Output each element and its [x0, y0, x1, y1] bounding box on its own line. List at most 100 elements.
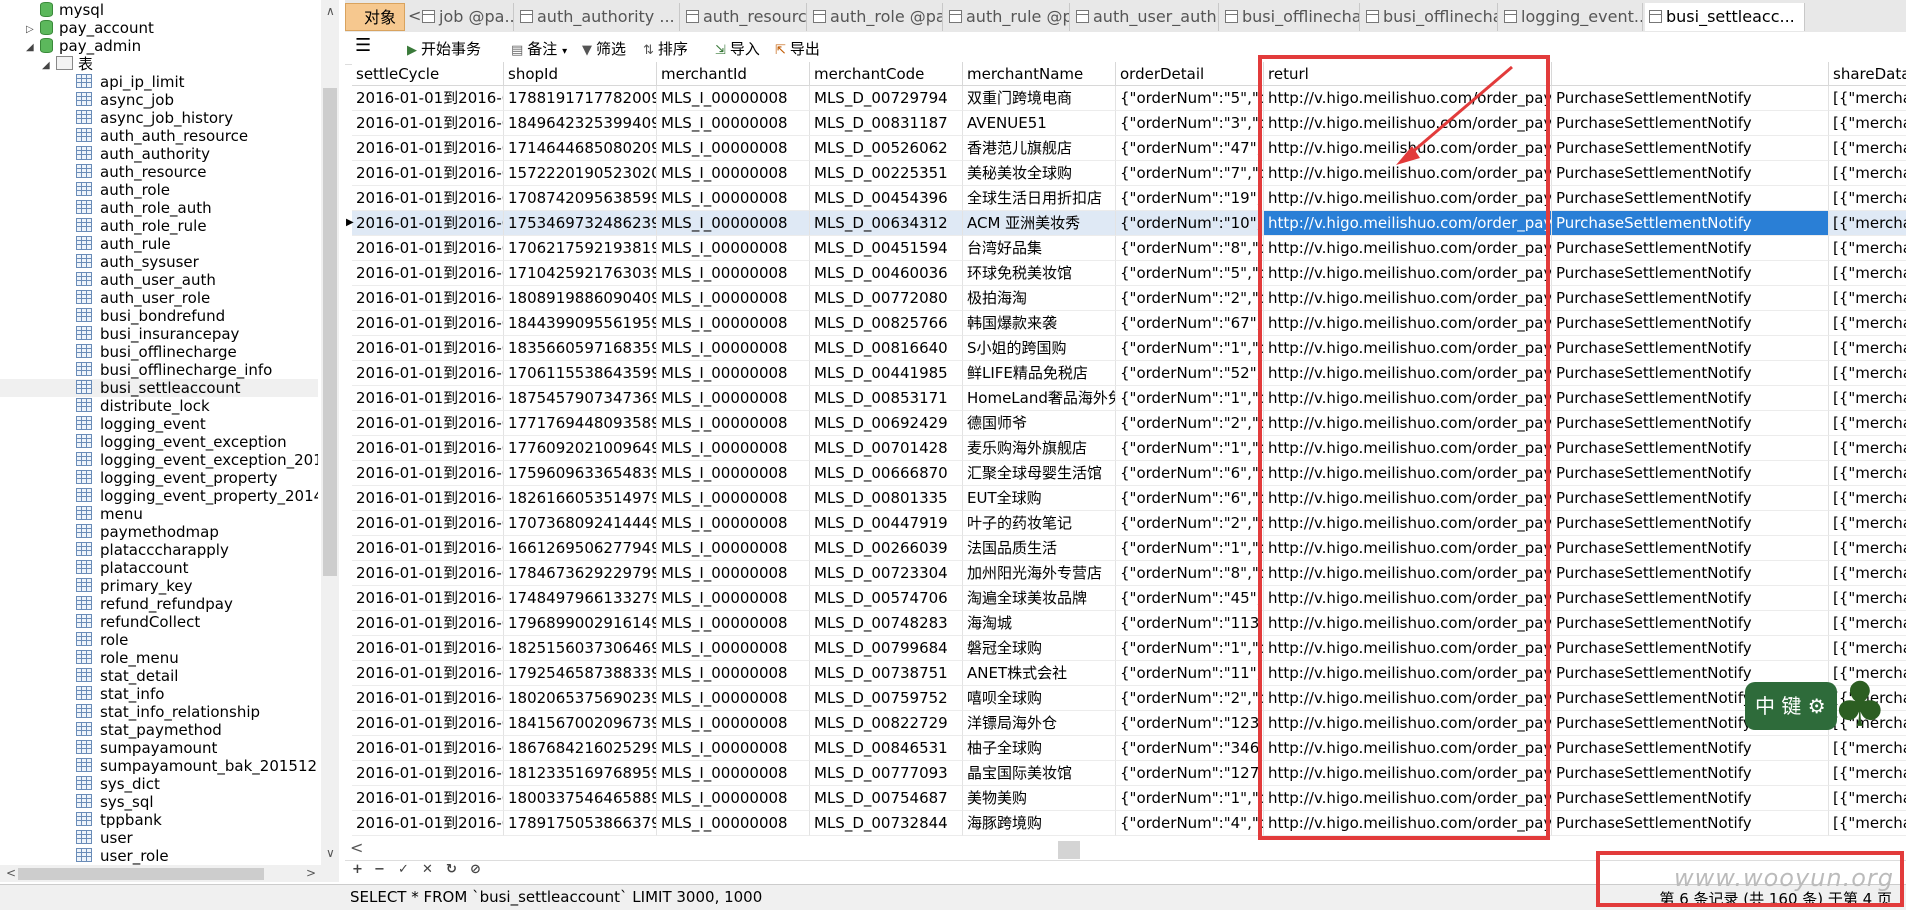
- table-cell[interactable]: MLS_D_00447919: [810, 511, 963, 536]
- table-cell[interactable]: 1867684216025299: [504, 736, 657, 761]
- table-cell[interactable]: MLS_I_00000008: [657, 686, 810, 711]
- tree-node[interactable]: ▷ pay_account: [26, 19, 154, 37]
- table-cell[interactable]: [{"mercha: [1829, 136, 1906, 161]
- table-cell[interactable]: {"orderNum":"52",: [1116, 361, 1264, 386]
- table-cell[interactable]: PurchaseSettlementNotify: [1552, 336, 1829, 361]
- table-cell[interactable]: 美物美购: [963, 786, 1116, 811]
- table-cell[interactable]: 1776092021009649: [504, 436, 657, 461]
- table-cell[interactable]: ACM 亚洲美妆秀: [963, 211, 1116, 236]
- table-cell[interactable]: 1706115538643599: [504, 361, 657, 386]
- tree-node[interactable]: mysql: [26, 1, 104, 19]
- table-cell[interactable]: MLS_D_00831187: [810, 111, 963, 136]
- table-cell[interactable]: MLS_D_00853171: [810, 386, 963, 411]
- tree-table-item[interactable]: async_job: [76, 91, 174, 109]
- table-cell[interactable]: [{"mercha: [1829, 461, 1906, 486]
- table-cell[interactable]: MLS_I_00000008: [657, 636, 810, 661]
- table-cell[interactable]: MLS_I_00000008: [657, 811, 810, 836]
- table-cell[interactable]: 2016-01-01到2016-0: [352, 736, 504, 761]
- table-cell[interactable]: 1708742095638599: [504, 186, 657, 211]
- scroll-right-arrow-icon[interactable]: >: [306, 866, 316, 880]
- tree-table-item[interactable]: logging_event_exception: [76, 433, 287, 451]
- table-cell[interactable]: MLS_D_00225351: [810, 161, 963, 186]
- tree-table-item[interactable]: auth_authority: [76, 145, 210, 163]
- table-cell[interactable]: PurchaseSettlementNotify: [1552, 211, 1829, 236]
- table-cell[interactable]: PurchaseSettlementNotify: [1552, 311, 1829, 336]
- table-cell[interactable]: MLS_I_00000008: [657, 761, 810, 786]
- table-cell[interactable]: PurchaseSettlementNotify: [1552, 236, 1829, 261]
- table-cell[interactable]: {"orderNum":"2","o: [1116, 511, 1264, 536]
- table-cell[interactable]: PurchaseSettlementNotify: [1552, 136, 1829, 161]
- tree-table-item[interactable]: paymethodmap: [76, 523, 219, 541]
- table-cell[interactable]: 1784673629229799: [504, 561, 657, 586]
- table-cell[interactable]: MLS_D_00266039: [810, 536, 963, 561]
- tree-table-item[interactable]: busi_offlinecharge: [76, 343, 237, 361]
- table-cell[interactable]: MLS_D_00634312: [810, 211, 963, 236]
- table-cell[interactable]: 1572220190523020: [504, 161, 657, 186]
- begin-transaction-button[interactable]: ▶ 开始事务: [407, 38, 481, 60]
- table-cell[interactable]: {"orderNum":"19",: [1116, 186, 1264, 211]
- table-cell[interactable]: MLS_D_00454396: [810, 186, 963, 211]
- stop-icon[interactable]: ⊘: [470, 862, 481, 877]
- table-cell[interactable]: 极拍海淘: [963, 286, 1116, 311]
- table-cell[interactable]: {"orderNum":"47",: [1116, 136, 1264, 161]
- table-cell[interactable]: MLS_I_00000008: [657, 736, 810, 761]
- table-cell[interactable]: 2016-01-01到2016-0: [352, 86, 504, 111]
- table-cell[interactable]: ANET株式会社: [963, 661, 1116, 686]
- table-cell[interactable]: 2016-01-01到2016-0: [352, 761, 504, 786]
- table-cell[interactable]: 叶子的药妆笔记: [963, 511, 1116, 536]
- table-cell[interactable]: 2016-01-01到2016-0: [352, 311, 504, 336]
- table-cell[interactable]: [{"mercha: [1829, 811, 1906, 836]
- table-cell[interactable]: 2016-01-01到2016-0: [352, 211, 504, 236]
- table-cell[interactable]: {"orderNum":"1","o: [1116, 536, 1264, 561]
- tab-1[interactable]: job @pa...: [418, 3, 514, 31]
- column-header[interactable]: shopId: [504, 62, 657, 86]
- table-cell[interactable]: 2016-01-01到2016-0: [352, 111, 504, 136]
- expanded-triangle-icon[interactable]: ◢: [26, 39, 34, 57]
- column-header[interactable]: orderDetail: [1116, 62, 1264, 86]
- tree-table-item[interactable]: distribute_lock: [76, 397, 210, 415]
- tab-5[interactable]: auth_rule @pa...: [945, 3, 1070, 31]
- table-cell[interactable]: 1796899002916149: [504, 611, 657, 636]
- tree-table-item[interactable]: auth_sysuser: [76, 253, 199, 271]
- tree-table-item[interactable]: busi_settleaccount: [0, 379, 318, 397]
- table-cell[interactable]: PurchaseSettlementNotify: [1552, 286, 1829, 311]
- table-cell[interactable]: 2016-01-01到2016-0: [352, 186, 504, 211]
- table-cell[interactable]: 1788191717782009: [504, 86, 657, 111]
- table-cell[interactable]: MLS_I_00000008: [657, 536, 810, 561]
- apply-icon[interactable]: ✓: [398, 862, 409, 877]
- table-cell[interactable]: MLS_D_00822729: [810, 711, 963, 736]
- tree-table-item[interactable]: refundCollect: [76, 613, 200, 631]
- discard-icon[interactable]: ✕: [422, 862, 433, 877]
- table-cell[interactable]: 美秘美妆全球购: [963, 161, 1116, 186]
- grid-hscroll-thumb[interactable]: [1058, 841, 1080, 859]
- table-cell[interactable]: PurchaseSettlementNotify: [1552, 486, 1829, 511]
- menu-icon[interactable]: ☰: [355, 35, 371, 57]
- table-cell[interactable]: [{"mercha: [1829, 336, 1906, 361]
- object-tree[interactable]: mysql ▷ pay_account ◢ pay_admin ◢ 表 api_ip_limi…: [0, 0, 318, 865]
- export-button[interactable]: ⇱ 导出: [775, 38, 820, 60]
- table-cell[interactable]: [{"mercha: [1829, 261, 1906, 286]
- table-cell[interactable]: 2016-01-01到2016-0: [352, 361, 504, 386]
- expanded-triangle-icon[interactable]: ◢: [42, 57, 50, 75]
- table-cell[interactable]: [{"mercha: [1829, 436, 1906, 461]
- table-cell[interactable]: MLS_D_00451594: [810, 236, 963, 261]
- tree-table-item[interactable]: logging_event_property: [76, 469, 278, 487]
- table-cell[interactable]: {"orderNum":"6","o: [1116, 461, 1264, 486]
- table-cell[interactable]: MLS_D_00723304: [810, 561, 963, 586]
- table-cell[interactable]: MLS_I_00000008: [657, 461, 810, 486]
- table-cell[interactable]: {"orderNum":"67",: [1116, 311, 1264, 336]
- table-cell[interactable]: 1875457907347369: [504, 386, 657, 411]
- column-header[interactable]: merchantCode: [810, 62, 963, 86]
- table-cell[interactable]: HomeLand奢品海外免: [963, 386, 1116, 411]
- table-cell[interactable]: 2016-01-01到2016-0: [352, 611, 504, 636]
- table-cell[interactable]: 1714644685080209: [504, 136, 657, 161]
- table-cell[interactable]: {"orderNum":"1","o: [1116, 336, 1264, 361]
- tree-table-item[interactable]: stat_info_relationship: [76, 703, 260, 721]
- table-cell[interactable]: 2016-01-01到2016-0: [352, 436, 504, 461]
- table-cell[interactable]: {"orderNum":"11",: [1116, 661, 1264, 686]
- table-cell[interactable]: [{"mercha: [1829, 561, 1906, 586]
- tree-table-item[interactable]: sumpayamount: [76, 739, 217, 757]
- table-cell[interactable]: {"orderNum":"8","o: [1116, 561, 1264, 586]
- table-cell[interactable]: 1753469732486239: [504, 211, 657, 236]
- tree-table-item[interactable]: platacccharapply: [76, 541, 229, 559]
